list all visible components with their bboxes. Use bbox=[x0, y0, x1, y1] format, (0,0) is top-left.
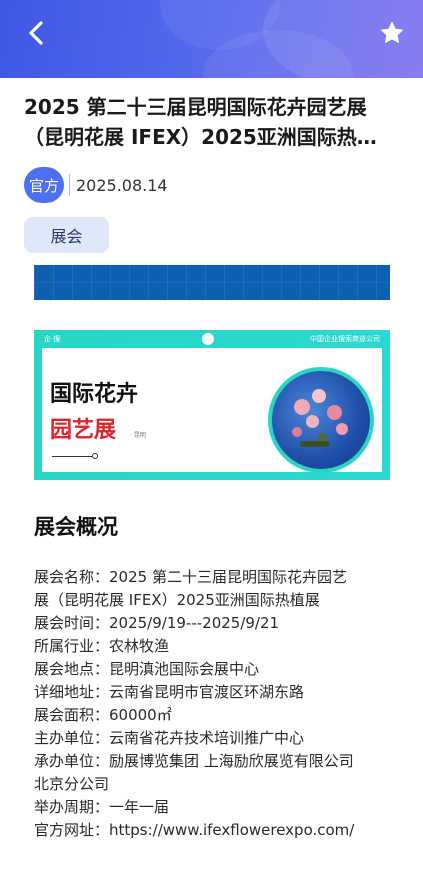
banner-top-left: 企·搜 bbox=[44, 335, 61, 343]
detail-row: 展会时间：2025/9/19---2025/9/21 bbox=[34, 614, 280, 632]
banner-headline: 国际花卉 bbox=[50, 382, 139, 407]
detail-row: 举办周期：一年一届 bbox=[34, 798, 170, 816]
flower-photo bbox=[268, 367, 374, 473]
detail-row: 北京分公司 bbox=[34, 775, 110, 793]
back-button[interactable] bbox=[22, 18, 52, 48]
banner-caption: · 昆明 bbox=[130, 432, 146, 439]
banner-image-strip bbox=[34, 265, 390, 300]
detail-row: 展会名称：2025 第二十三届昆明国际花卉园艺 bbox=[34, 568, 347, 586]
detail-row: 展会地点：昆明滇池国际会展中心 bbox=[34, 660, 260, 678]
official-avatar: 官方 bbox=[24, 167, 64, 203]
publish-date: 2025.08.14 bbox=[76, 175, 168, 195]
detail-row: 承办单位：励展博览集团 上海励欣展览有限公司 bbox=[34, 752, 354, 770]
detail-row: 展会面积：60000㎡ bbox=[34, 706, 172, 724]
banner-subheadline: 园艺展 bbox=[50, 418, 117, 443]
detail-row: 展（昆明花展 IFEX）2025亚洲国际热植展 bbox=[34, 591, 320, 609]
detail-row: 详细地址：云南省昆明市官渡区环湖东路 bbox=[34, 683, 305, 701]
banner-logo-icon bbox=[202, 333, 214, 345]
banner-top-right: 中国企业搜索商道公司 bbox=[310, 335, 380, 343]
star-icon bbox=[381, 22, 403, 43]
expo-banner-image: 企·搜 中国企业搜索商道公司 国际花卉 园艺展 · 昆明 bbox=[34, 330, 390, 480]
banner-decoration-dot bbox=[92, 453, 98, 459]
article-title-line1: 2025 第二十三届昆明国际花卉园艺展 bbox=[24, 95, 367, 119]
detail-row: 所属行业：农林牧渔 bbox=[34, 637, 170, 655]
banner-decoration-line bbox=[52, 456, 92, 457]
detail-row: 主办单位：云南省花卉技术培训推广中心 bbox=[34, 729, 305, 747]
divider bbox=[69, 174, 70, 196]
section-title-overview: 展会概况 bbox=[34, 515, 118, 539]
source-row: 官方 2025.08.14 bbox=[24, 167, 168, 203]
detail-row-website[interactable]: 官方网址：https://www.ifexflowerexpo.com/ bbox=[34, 819, 394, 842]
category-tag[interactable]: 展会 bbox=[24, 217, 109, 253]
top-header bbox=[0, 0, 423, 78]
overview-details: 展会名称：2025 第二十三届昆明国际花卉园艺 展（昆明花展 IFEX）2025… bbox=[34, 566, 394, 842]
favorite-button[interactable] bbox=[379, 20, 405, 46]
article-title-line2: （昆明花展 IFEX）2025亚洲国际热… bbox=[24, 125, 377, 149]
chevron-left-icon bbox=[29, 21, 43, 45]
article-title: 2025 第二十三届昆明国际花卉园艺展 （昆明花展 IFEX）2025亚洲国际热… bbox=[24, 92, 404, 152]
